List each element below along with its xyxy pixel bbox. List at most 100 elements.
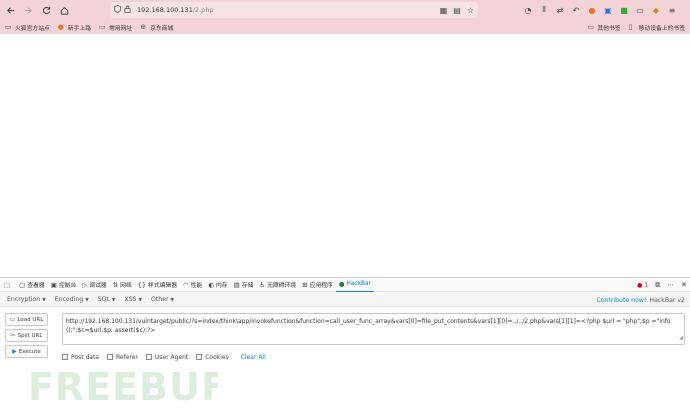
load-icon: ▭: [9, 316, 16, 323]
split-icon: ✂: [10, 332, 16, 339]
bookmark-common-sites[interactable]: ▭ 常用网址: [99, 23, 132, 32]
chevron-down-icon: ▼: [42, 298, 46, 303]
reload-icon: [42, 6, 50, 14]
play-icon: ▶: [12, 348, 17, 355]
checkbox[interactable]: [196, 354, 203, 360]
qr-code-icon[interactable]: ▦: [440, 6, 448, 15]
tab-application[interactable]: ⊞ 应用程序: [299, 278, 336, 292]
folder-icon: ▭: [587, 22, 595, 31]
profile-ext-icon[interactable]: ◆: [650, 4, 662, 16]
globe-icon: ⊕: [140, 22, 147, 31]
freebuf-watermark: FREEBUF: [28, 366, 218, 406]
split-url-button[interactable]: ✂ Split URL: [5, 329, 48, 342]
close-devtools-icon[interactable]: ✕: [681, 281, 687, 289]
bookmark-label: 常用网址: [109, 25, 133, 32]
console-icon: ▣: [50, 280, 57, 289]
more-options-icon[interactable]: ⋯: [667, 281, 674, 289]
option-referer[interactable]: Referer: [106, 354, 138, 361]
menu-sql[interactable]: SQL ▼: [98, 296, 116, 303]
reload-button[interactable]: [38, 2, 54, 18]
option-post-data[interactable]: Post data: [62, 354, 99, 361]
application-icon: ⊞: [302, 280, 308, 289]
picker-button[interactable]: ⬚: [0, 278, 16, 292]
address-bar[interactable]: 192.168.100.131/2.php ▦ ▤ ☆: [110, 2, 478, 18]
option-user-agent[interactable]: User Agent: [145, 354, 188, 361]
sync-icon[interactable]: ⇄: [554, 4, 566, 16]
back-arrow-icon: [6, 6, 14, 14]
page-info-icon[interactable]: [124, 5, 134, 15]
error-count-badge[interactable]: ● 1: [637, 282, 648, 289]
mobile-bookmarks[interactable]: ▯ 移动设备上的书签: [629, 23, 685, 32]
chevron-down-icon: ▼: [85, 298, 89, 303]
undo-icon[interactable]: ↶: [570, 4, 582, 16]
bookmark-star-icon[interactable]: ☆: [467, 6, 474, 15]
checkbox[interactable]: [106, 354, 113, 360]
tab-performance[interactable]: ◠ 性能: [180, 278, 205, 292]
screenshot-ext-icon[interactable]: ▭: [634, 4, 646, 16]
bookmark-label: 火狐官方站点: [15, 25, 50, 32]
forward-button[interactable]: [20, 2, 36, 18]
resize-handle-icon[interactable]: ◢: [679, 334, 683, 343]
hackbar-url-textarea[interactable]: http://192.168.100.131/vulntarget/public…: [62, 313, 685, 345]
tracking-shield-icon[interactable]: [114, 5, 124, 15]
forward-arrow-icon: [24, 6, 32, 14]
tab-memory[interactable]: ◐ 内存: [205, 278, 230, 292]
hackbar-menu: Encryption ▼ Encoding ▼ SQL ▼ XSS ▼ Other ▼ C…: [0, 293, 690, 307]
element-picker-icon: ⬚: [4, 280, 11, 289]
hackbar-actions: ▭ Load URL ✂ Split URL ▶ Execute: [5, 313, 48, 361]
folder-icon: ▭: [99, 22, 106, 31]
tab-debugger[interactable]: ▷ 调试器: [79, 278, 109, 292]
dock-toggle-icon[interactable]: ⧉: [655, 281, 660, 290]
translate-icon[interactable]: ▤: [453, 6, 461, 15]
chevron-down-icon: ▼: [138, 298, 142, 303]
other-bookmarks[interactable]: ▭ 其他书签: [587, 23, 620, 32]
inspector-icon: ▢: [19, 280, 26, 289]
back-button[interactable]: [2, 2, 18, 18]
tab-accessibility[interactable]: ♿ 无障碍环境: [256, 278, 299, 292]
menu-encryption[interactable]: Encryption ▼: [7, 296, 46, 303]
bookmark-jd-mall[interactable]: ⊕ 京东商城: [140, 23, 173, 32]
browser-window: 192.168.100.131/2.php ▦ ▤ ☆ ◔ ⫴ ⇄ ↶ ● ▣ …: [0, 0, 690, 412]
firefox-icon: ●: [57, 22, 64, 31]
menu-encoding[interactable]: Encoding ▼: [55, 296, 89, 303]
tab-console[interactable]: ▣ 控制台: [48, 278, 80, 292]
performance-icon: ◠: [183, 280, 189, 289]
contribute-link[interactable]: Contribute now!: [596, 297, 646, 304]
bookmark-label: 京东商城: [150, 25, 174, 32]
mobile-bookmarks-label: 移动设备上的书签: [638, 25, 685, 32]
storage-icon: ▤: [233, 280, 240, 289]
bookmark-getting-started[interactable]: ● 新手上路: [58, 23, 91, 32]
load-url-button[interactable]: ▭ Load URL: [5, 313, 48, 326]
tab-style-editor[interactable]: {} 样式编辑器: [135, 278, 180, 292]
hackbar-version: HackBar v2: [649, 296, 685, 304]
page-content: [0, 34, 690, 277]
bookmarks-toolbar: ▭ 火狐官方站点 ● 新手上路 ▭ 常用网址 ⊕ 京东商城 ▭ 其他书签 ▯ 移…: [0, 20, 690, 34]
toolbar-extensions: ◔ ⫴ ⇄ ↶ ● ▣ ■ ▭ ◆ ≡: [522, 2, 678, 18]
pocket-icon[interactable]: ◔: [522, 4, 534, 16]
watermark-text: FREEBUF: [28, 366, 218, 406]
checkbox[interactable]: [145, 354, 152, 360]
tab-inspector[interactable]: ▢ 查看器: [16, 278, 48, 292]
home-button[interactable]: [56, 2, 72, 18]
option-cookies[interactable]: Cookies: [196, 354, 229, 361]
translate-ext-icon[interactable]: ▣: [602, 4, 614, 16]
menu-other[interactable]: Other ▼: [151, 296, 174, 303]
folder-icon: ▭: [5, 22, 12, 31]
menu-xss[interactable]: XSS ▼: [124, 296, 142, 303]
download-ext-icon[interactable]: ■: [618, 4, 630, 16]
style-editor-icon: {}: [137, 280, 147, 289]
menu-icon[interactable]: ≡: [666, 4, 678, 16]
tab-hackbar[interactable]: ● HackBar: [335, 278, 374, 292]
nav-toolbar: 192.168.100.131/2.php ▦ ▤ ☆ ◔ ⫴ ⇄ ↶ ● ▣ …: [0, 0, 690, 20]
tab-network[interactable]: ⇅ 网络: [110, 278, 135, 292]
execute-button[interactable]: ▶ Execute: [5, 345, 48, 358]
accessibility-icon: ♿: [259, 280, 266, 289]
checkbox[interactable]: [62, 354, 68, 360]
tab-storage[interactable]: ▤ 存储: [231, 278, 257, 292]
url-path: /2.php: [192, 6, 214, 14]
clear-all-button[interactable]: Clear All: [241, 354, 266, 361]
bookmark-firefox-site[interactable]: ▭ 火狐官方站点: [5, 23, 50, 32]
devtools-tab-bar: ⬚ ▢ 查看器 ▣ 控制台 ▷ 调试器 ⇅ 网络 {} 样式编辑器 ◠ 性能 ◐ 内存 ▤ 存储…: [0, 278, 690, 292]
extension-orange-icon[interactable]: ●: [586, 4, 598, 16]
library-icon[interactable]: ⫴: [538, 4, 550, 16]
